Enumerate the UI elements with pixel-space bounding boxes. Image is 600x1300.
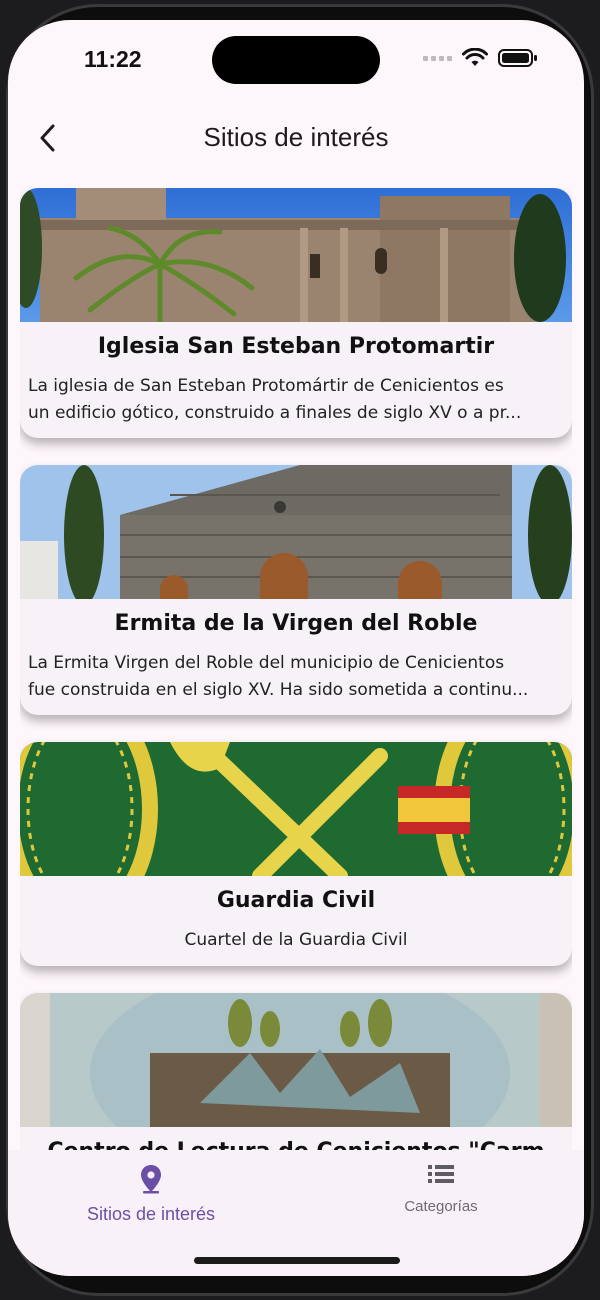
place-title: Guardia Civil bbox=[216, 888, 376, 913]
place-description: La iglesia de San Esteban Protomártir de… bbox=[20, 373, 572, 427]
place-title: Iglesia San Esteban Protomartir bbox=[97, 334, 495, 359]
nav-tab-categorias[interactable]: Categorías bbox=[316, 1164, 566, 1215]
place-card[interactable]: Centro de Lectura de Cenicientos "Carm bbox=[20, 993, 572, 1150]
place-image bbox=[20, 188, 572, 322]
cellular-signal-icon bbox=[423, 55, 452, 61]
page-title: Sitios de interés bbox=[203, 122, 389, 152]
dynamic-island bbox=[212, 36, 380, 84]
description-line: La Ermita Virgen del Roble del municipio… bbox=[28, 653, 505, 673]
bottom-navigation-bar: Sitios de interés Categorías bbox=[8, 1150, 584, 1276]
battery-icon bbox=[498, 49, 537, 67]
app-screen: 11:22 Sitios de interés Iglesia San Este… bbox=[8, 20, 584, 1276]
place-title: Centro de Lectura de Cenicientos "Carm bbox=[20, 1139, 572, 1150]
list-icon bbox=[428, 1165, 454, 1183]
place-description: Cuartel de la Guardia Civil bbox=[184, 930, 408, 950]
description-line: La iglesia de San Esteban Protomártir de… bbox=[28, 376, 504, 396]
nav-label: Categorías bbox=[404, 1198, 478, 1215]
place-description: La Ermita Virgen del Roble del municipio… bbox=[20, 650, 572, 704]
nav-tab-sitios[interactable]: Sitios de interés bbox=[26, 1164, 276, 1225]
place-card[interactable]: Guardia Civil Cuartel de la Guardia Civi… bbox=[20, 742, 572, 966]
place-card[interactable]: Ermita de la Virgen del Roble La Ermita … bbox=[20, 465, 572, 715]
nav-label: Sitios de interés bbox=[86, 1204, 216, 1224]
places-list[interactable]: Iglesia San Esteban Protomartir La igles… bbox=[20, 188, 572, 1150]
place-card[interactable]: Iglesia San Esteban Protomartir La igles… bbox=[20, 188, 572, 438]
description-line: fue construida en el siglo XV. Ha sido s… bbox=[28, 680, 529, 700]
device-frame: 11:22 Sitios de interés Iglesia San Este… bbox=[0, 0, 600, 1300]
location-pin-icon bbox=[141, 1165, 161, 1194]
place-title: Ermita de la Virgen del Roble bbox=[114, 611, 478, 636]
status-time: 11:22 bbox=[84, 46, 142, 72]
place-image bbox=[20, 465, 572, 599]
description-line: un edificio gótico, construido a finales… bbox=[28, 403, 522, 423]
place-image bbox=[20, 742, 572, 876]
place-image bbox=[20, 993, 572, 1127]
wifi-icon bbox=[462, 48, 488, 66]
status-icons bbox=[423, 48, 538, 68]
home-indicator[interactable] bbox=[194, 1257, 400, 1264]
